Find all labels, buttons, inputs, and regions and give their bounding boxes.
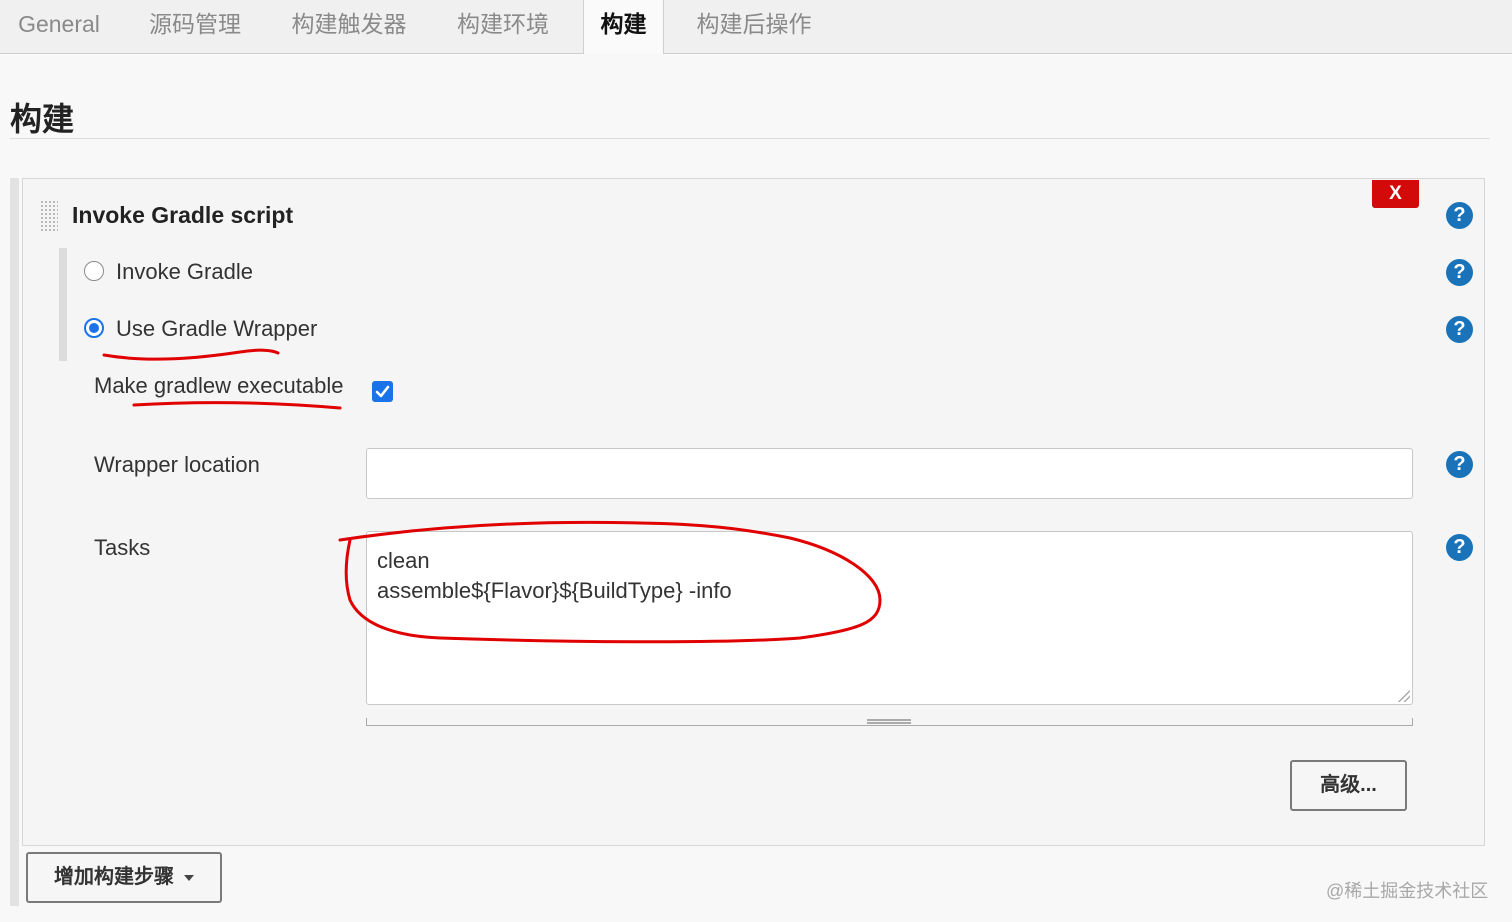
task-line: assemble${Flavor}${BuildType} -info xyxy=(377,578,732,603)
help-icon[interactable]: ? xyxy=(1446,534,1473,561)
add-build-step-label: 增加构建步骤 xyxy=(54,866,174,888)
advanced-button[interactable]: 高级... xyxy=(1290,760,1407,811)
tab-post-build-actions[interactable]: 构建后操作 xyxy=(680,0,828,53)
use-gradle-wrapper-radio[interactable] xyxy=(84,318,104,338)
wrapper-location-label: Wrapper location xyxy=(94,452,260,477)
make-executable-label: Make gradlew executable xyxy=(94,373,344,398)
help-icon[interactable]: ? xyxy=(1446,316,1473,343)
tab-build-environment[interactable]: 构建环境 xyxy=(440,0,566,53)
delete-step-button[interactable]: X xyxy=(1372,180,1419,208)
tab-general[interactable]: General xyxy=(0,0,118,53)
use-gradle-wrapper-label[interactable]: Use Gradle Wrapper xyxy=(116,316,317,342)
tab-bar: General 源码管理 构建触发器 构建环境 构建 构建后操作 xyxy=(0,0,1512,54)
section-divider xyxy=(10,138,1490,139)
tasks-label: Tasks xyxy=(94,535,151,560)
caret-down-icon xyxy=(184,874,194,881)
wrapper-location-input[interactable] xyxy=(366,448,1413,499)
help-icon[interactable]: ? xyxy=(1446,202,1473,229)
add-build-step-button[interactable]: 增加构建步骤 xyxy=(26,852,222,903)
checkmark-icon xyxy=(375,385,390,398)
textarea-expand-handle[interactable] xyxy=(366,718,1413,726)
invoke-gradle-label[interactable]: Invoke Gradle xyxy=(116,259,253,285)
watermark: @稀土掘金技术社区 xyxy=(1326,881,1489,901)
section-left-bar xyxy=(10,178,19,906)
options-left-bar xyxy=(59,248,67,361)
tasks-textarea[interactable]: clean assemble${Flavor}${BuildType} -inf… xyxy=(366,531,1413,705)
grip-icon xyxy=(867,719,911,724)
tab-build[interactable]: 构建 xyxy=(583,0,664,54)
drag-handle-icon[interactable] xyxy=(40,200,58,232)
tab-build-triggers[interactable]: 构建触发器 xyxy=(276,0,422,53)
resize-grip-icon[interactable] xyxy=(1398,690,1410,702)
help-icon[interactable]: ? xyxy=(1446,451,1473,478)
task-line: clean xyxy=(377,548,430,573)
invoke-gradle-radio[interactable] xyxy=(84,261,104,281)
make-executable-checkbox[interactable] xyxy=(372,381,393,402)
tab-source-control[interactable]: 源码管理 xyxy=(134,0,256,53)
build-step-title: Invoke Gradle script xyxy=(72,202,294,228)
help-icon[interactable]: ? xyxy=(1446,259,1473,286)
section-title: 构建 xyxy=(10,101,75,137)
